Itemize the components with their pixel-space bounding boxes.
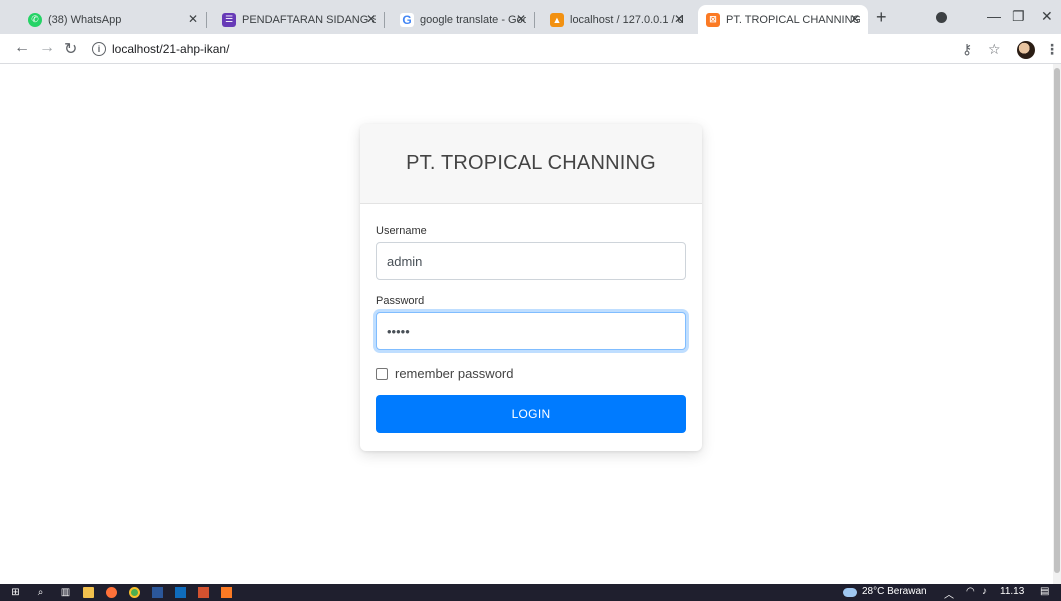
tab-divider: [384, 12, 385, 28]
windows-taskbar: ⊞ ⌕ ▥ 28°C Berawan ︿ ◠ ♪ 11.13 ▤: [0, 584, 1061, 601]
password-label: Password: [376, 295, 425, 307]
google-icon: G: [400, 12, 414, 27]
back-arrow-icon[interactable]: ←: [14, 39, 30, 57]
wifi-icon[interactable]: ◠: [966, 586, 975, 597]
url-text[interactable]: localhost/21-ahp-ikan/: [112, 42, 229, 56]
address-bar[interactable]: i localhost/21-ahp-ikan/: [92, 38, 932, 60]
login-form: Username Password remember password LOGI…: [360, 225, 702, 433]
close-icon[interactable]: ✕: [850, 12, 860, 26]
username-label: Username: [376, 225, 427, 237]
page-scrollbar[interactable]: [1053, 64, 1061, 584]
close-icon[interactable]: ✕: [366, 12, 376, 26]
password-input[interactable]: [376, 312, 686, 350]
remember-password-row[interactable]: remember password: [376, 366, 686, 381]
info-icon[interactable]: i: [92, 42, 106, 56]
remember-password-label[interactable]: remember password: [395, 366, 514, 381]
tab-tropical-channing[interactable]: ⊠ PT. TROPICAL CHANNING FR ✕: [698, 5, 868, 34]
kebab-menu-icon[interactable]: ⋮: [1045, 41, 1059, 58]
tab-title: PT. TROPICAL CHANNING FR: [726, 13, 860, 26]
powerpoint-icon[interactable]: [198, 587, 209, 598]
whatsapp-icon: ✆: [28, 12, 42, 27]
close-icon[interactable]: ✕: [188, 12, 198, 26]
tab-pendaftaran[interactable]: ☰ PENDAFTARAN SIDANG SKRI ✕: [214, 5, 384, 34]
login-card-header: PT. TROPICAL CHANNING: [360, 124, 702, 204]
star-icon[interactable]: ☆: [988, 41, 1001, 58]
file-explorer-icon[interactable]: [83, 587, 94, 598]
xampp-icon: ⊠: [706, 12, 720, 27]
tab-title: localhost / 127.0.0.1 / db_ahp: [570, 13, 684, 26]
notification-icon[interactable]: ▤: [1040, 586, 1049, 597]
login-card: PT. TROPICAL CHANNING Username Password …: [360, 124, 702, 451]
firefox-icon[interactable]: [106, 587, 117, 598]
tab-phpmyadmin[interactable]: ▲ localhost / 127.0.0.1 / db_ahp ✕: [542, 5, 692, 34]
login-button[interactable]: LOGIN: [376, 395, 686, 433]
clock-time[interactable]: 11.13: [1000, 586, 1024, 597]
tab-whatsapp[interactable]: ✆ (38) WhatsApp ✕: [20, 5, 206, 34]
scrollbar-thumb[interactable]: [1054, 68, 1060, 573]
xampp-icon[interactable]: [221, 587, 232, 598]
task-view-icon[interactable]: ▥: [60, 587, 71, 598]
tab-search-icon[interactable]: [936, 12, 947, 23]
chevron-up-icon[interactable]: ︿: [944, 586, 954, 601]
weather-text[interactable]: 28°C Berawan: [862, 586, 927, 597]
minimize-icon[interactable]: —: [987, 8, 1001, 24]
windows-start-icon[interactable]: ⊞: [10, 587, 21, 598]
new-tab-plus-icon[interactable]: +: [876, 7, 887, 28]
browser-toolbar: ← → ↻ i localhost/21-ahp-ikan/ ⚷ ☆ ⋮: [0, 34, 1061, 64]
forward-arrow-icon[interactable]: →: [39, 39, 55, 57]
chrome-icon[interactable]: [129, 587, 140, 598]
close-icon[interactable]: ✕: [674, 12, 684, 26]
page-title: PT. TROPICAL CHANNING: [406, 152, 656, 174]
window-close-icon[interactable]: ✕: [1041, 8, 1053, 25]
close-icon[interactable]: ✕: [516, 12, 526, 26]
avatar[interactable]: [1017, 41, 1035, 59]
speaker-icon[interactable]: ♪: [982, 586, 987, 597]
remember-password-checkbox[interactable]: [376, 367, 388, 380]
tab-title: PENDAFTARAN SIDANG SKRI: [242, 13, 376, 26]
tab-google-translate[interactable]: G google translate - Google Se ✕: [392, 5, 534, 34]
phpmyadmin-icon: ▲: [550, 12, 564, 27]
browser-tab-strip: ✆ (38) WhatsApp ✕ ☰ PENDAFTARAN SIDANG S…: [0, 0, 1061, 34]
outlook-icon[interactable]: [175, 587, 186, 598]
tab-title: google translate - Google Se: [420, 13, 526, 26]
restore-icon[interactable]: ❐: [1012, 8, 1025, 25]
key-icon[interactable]: ⚷: [962, 41, 972, 58]
username-input[interactable]: [376, 242, 686, 280]
reload-icon[interactable]: ↻: [64, 39, 77, 59]
tab-title: (38) WhatsApp: [48, 13, 122, 26]
tab-divider: [206, 12, 207, 28]
forms-icon: ☰: [222, 12, 236, 27]
word-icon[interactable]: [152, 587, 163, 598]
search-icon[interactable]: ⌕: [35, 587, 46, 598]
weather-cloud-icon[interactable]: [843, 588, 857, 597]
page-content: PT. TROPICAL CHANNING Username Password …: [0, 64, 1053, 584]
tab-divider: [534, 12, 535, 28]
